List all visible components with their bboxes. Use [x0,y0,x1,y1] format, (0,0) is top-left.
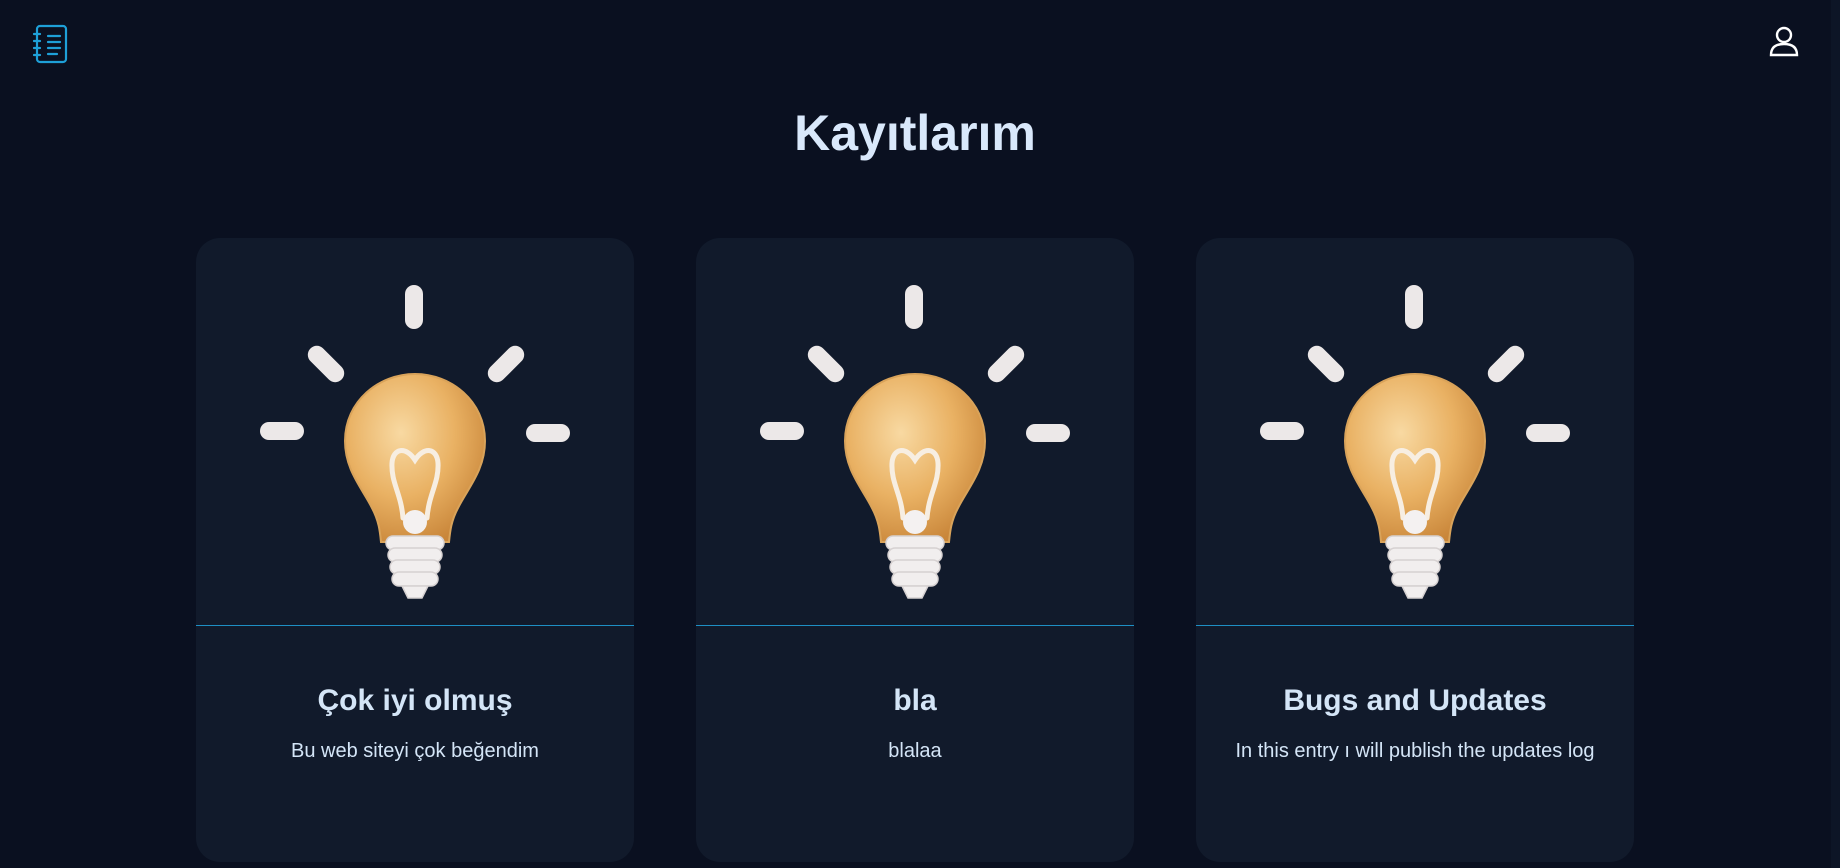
lightbulb-icon [1196,238,1634,625]
card-title: bla [893,684,937,717]
entry-card[interactable]: Bugs and Updates In this entry ı will pu… [1196,238,1634,862]
card-title: Bugs and Updates [1283,684,1547,717]
notebook-logo-icon[interactable] [32,24,69,64]
card-divider [1196,625,1634,626]
page-title: Kayıtlarım [794,105,1036,161]
entry-card[interactable]: bla blalaa [696,238,1134,862]
header [0,0,1840,86]
page: Kayıtlarım Çok iyi olmuş Bu web siteyi ç… [0,0,1840,868]
lightbulb-icon [196,238,634,625]
lightbulb-icon [696,238,1134,625]
card-title: Çok iyi olmuş [317,684,513,717]
card-divider [196,625,634,626]
card-divider [696,625,1134,626]
user-profile-icon[interactable] [1768,25,1800,57]
card-description: Bu web siteyi çok beğendim [291,740,539,762]
card-description: blalaa [888,740,942,762]
entry-card[interactable]: Çok iyi olmuş Bu web siteyi çok beğendim [196,238,634,862]
vertical-scrollbar[interactable] [1831,0,1840,868]
card-description: In this entry ı will publish the updates… [1235,740,1595,762]
